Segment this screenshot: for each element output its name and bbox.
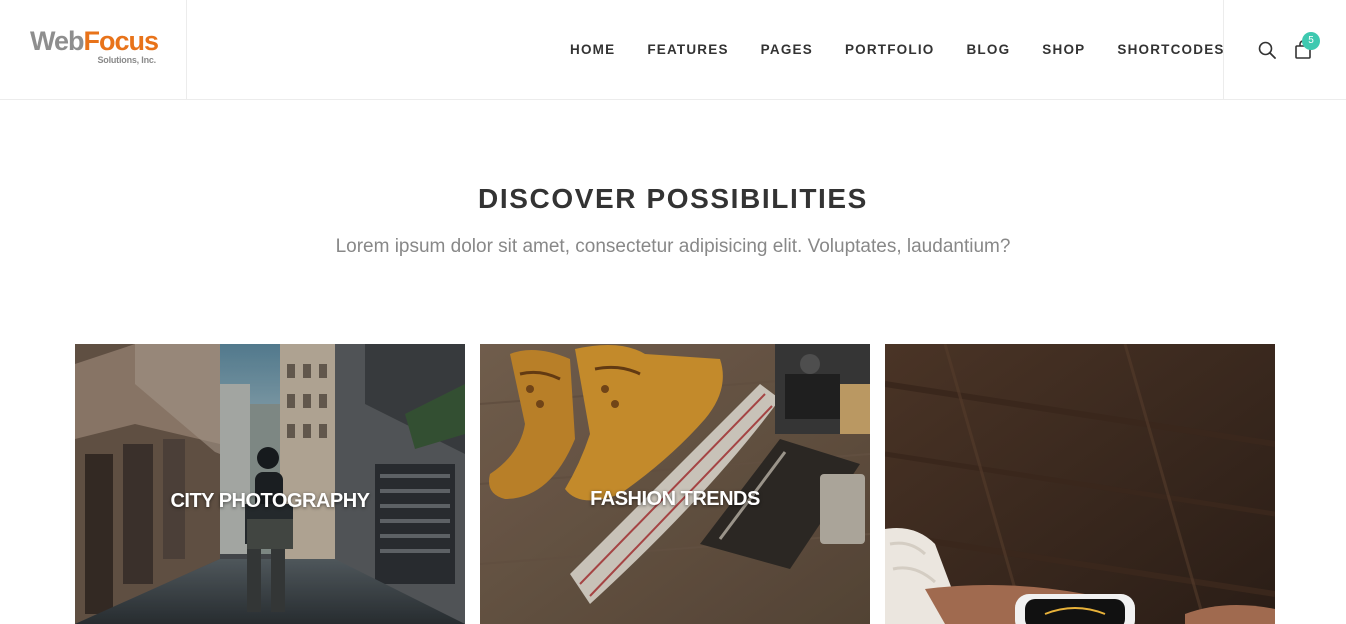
logo-word-web: Web [30,26,85,56]
main-navigation: HOME FEATURES PAGES PORTFOLIO BLOG SHOP … [560,0,1225,99]
city-street-image [75,344,465,624]
search-icon[interactable] [1257,40,1277,60]
header-tools: 5 [1223,0,1346,99]
nav-portfolio[interactable]: PORTFOLIO [845,42,935,57]
nav-home[interactable]: HOME [570,42,615,57]
card-title-city-photography: CITY PHOTOGRAPHY [170,490,370,512]
card-title-fashion-trends: FASHION TRENDS [590,488,760,510]
logo-container: WebFocus Solutions, Inc. [0,0,187,99]
logo-wordmark: WebFocus [30,26,160,56]
section-subtitle: Lorem ipsum dolor sit amet, consectetur … [335,236,1011,257]
nav-shortcodes[interactable]: SHORTCODES [1117,42,1224,57]
section-title: DISCOVER POSSIBILITIES [478,183,868,214]
cart-count-badge: 5 [1302,32,1320,50]
logo-word-focus: Focus [83,26,160,56]
portfolio-card-city-photography[interactable]: CITY PHOTOGRAPHY [75,344,465,624]
nav-features[interactable]: FEATURES [647,42,728,57]
nav-pages[interactable]: PAGES [761,42,813,57]
fashion-flatlay-image [480,344,870,624]
nav-shop[interactable]: SHOP [1042,42,1085,57]
site-header: WebFocus Solutions, Inc. HOME FEATURES P… [0,0,1346,100]
smartwatch-image [885,344,1275,624]
portfolio-card-smartwatch[interactable] [885,344,1275,624]
portfolio-card-fashion-trends[interactable]: FASHION TRENDS [480,344,870,624]
nav-blog[interactable]: BLOG [966,42,1010,57]
logo-tagline: Solutions, Inc. [97,55,156,65]
site-logo[interactable]: WebFocus Solutions, Inc. [30,26,160,70]
